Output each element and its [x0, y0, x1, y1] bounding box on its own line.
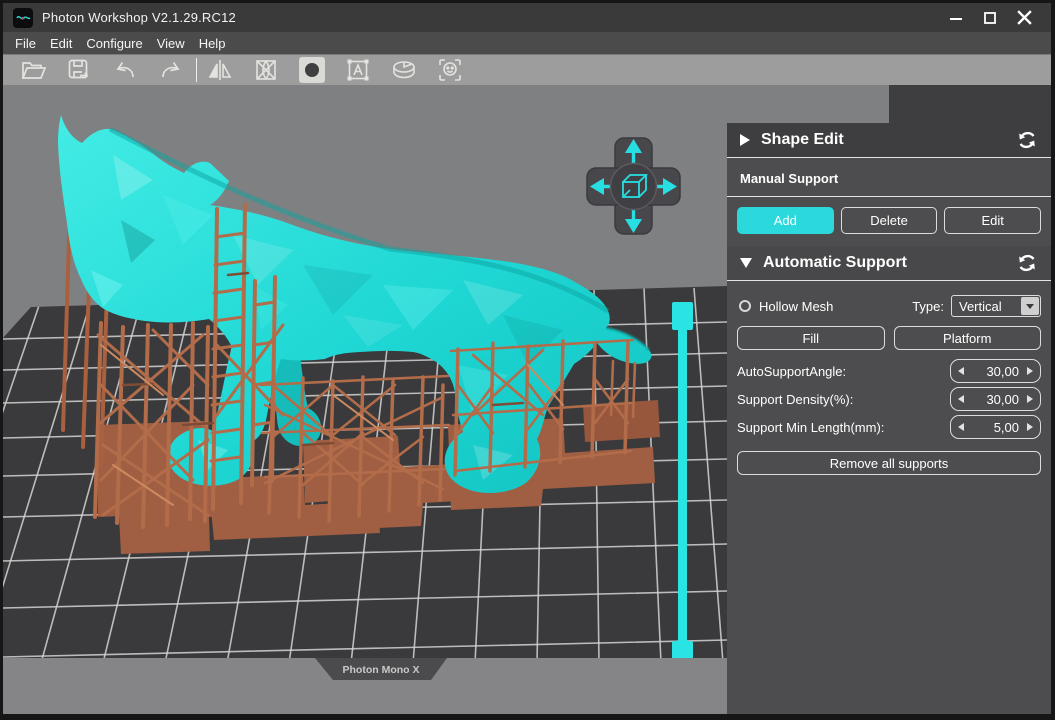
- spinner-increase-icon[interactable]: [1027, 367, 1033, 375]
- support-type-value: Vertical: [959, 299, 1002, 314]
- auto-support-angle-spinner[interactable]: 30,00: [950, 359, 1041, 383]
- 3d-viewport[interactable]: Photon Mono X: [3, 85, 727, 714]
- auto-support-angle-value: 30,00: [964, 364, 1027, 379]
- add-text-icon[interactable]: [335, 57, 381, 83]
- title-bar: Photon Workshop V2.1.29.RC12: [3, 3, 1051, 32]
- hollow-mesh-radio[interactable]: [739, 300, 751, 312]
- maximize-icon[interactable]: [979, 7, 1001, 29]
- support-type-dropdown[interactable]: Vertical: [951, 295, 1041, 317]
- app-window: Photon Workshop V2.1.29.RC12 File Edit C…: [3, 3, 1051, 714]
- window-title: Photon Workshop V2.1.29.RC12: [42, 10, 236, 25]
- panel-tabs: [727, 85, 1051, 123]
- menu-help[interactable]: Help: [193, 36, 232, 51]
- punch-hole-icon[interactable]: [289, 57, 335, 83]
- dropdown-arrow-icon[interactable]: [1021, 297, 1039, 315]
- tool-bar: [3, 54, 1051, 85]
- spinner-increase-icon[interactable]: [1027, 395, 1033, 403]
- z-slider-handle-top[interactable]: [672, 302, 693, 330]
- platform-button[interactable]: Platform: [894, 326, 1042, 350]
- support-min-length-spinner[interactable]: 5,00: [950, 415, 1041, 439]
- minimize-icon[interactable]: [945, 7, 967, 29]
- support-density-value: 30,00: [964, 392, 1027, 407]
- menu-file[interactable]: File: [9, 36, 42, 51]
- view-cube-icon[interactable]: [611, 164, 657, 210]
- redo-icon[interactable]: [148, 57, 194, 83]
- save-file-icon[interactable]: [56, 57, 102, 83]
- tab-printer-settings[interactable]: [727, 85, 889, 123]
- refresh-icon[interactable]: [1016, 129, 1038, 151]
- printer-label: Photon Mono X: [343, 664, 420, 676]
- shape-edit-header[interactable]: Shape Edit: [727, 123, 1051, 157]
- refresh-icon[interactable]: [1016, 252, 1038, 274]
- support-density-spinner[interactable]: 30,00: [950, 387, 1041, 411]
- z-slider-track[interactable]: [678, 325, 687, 645]
- open-file-icon[interactable]: [10, 57, 56, 83]
- manual-support-buttons: Add Delete Edit: [727, 197, 1051, 246]
- slice-icon[interactable]: [381, 57, 427, 83]
- undo-icon[interactable]: [102, 57, 148, 83]
- menu-bar: File Edit Configure View Help: [3, 32, 1051, 54]
- remove-all-supports-button[interactable]: Remove all supports: [737, 451, 1041, 475]
- collapse-right-icon: [740, 134, 750, 146]
- spinner-increase-icon[interactable]: [1027, 423, 1033, 431]
- support-min-length-value: 5,00: [964, 420, 1027, 435]
- face-detect-icon[interactable]: [427, 57, 473, 83]
- view-cube-control[interactable]: [587, 138, 680, 234]
- hollow-mesh-icon[interactable]: [243, 57, 289, 83]
- type-label: Type:: [912, 299, 944, 314]
- delete-support-button[interactable]: Delete: [841, 207, 938, 234]
- support-panel: Shape Edit Manual Support Add Delete Edi…: [727, 85, 1051, 714]
- fill-button[interactable]: Fill: [737, 326, 885, 350]
- app-logo-icon: [13, 8, 33, 28]
- automatic-support-content: Hollow Mesh Type: Vertical Fill Platform…: [727, 281, 1051, 475]
- automatic-support-title: Automatic Support: [763, 254, 907, 272]
- auto-support-angle-label: AutoSupportAngle:: [737, 364, 846, 379]
- support-density-label: Support Density(%):: [737, 392, 853, 407]
- plate-front-face: Photon Mono X: [3, 658, 727, 714]
- edit-support-button[interactable]: Edit: [944, 207, 1041, 234]
- menu-edit[interactable]: Edit: [44, 36, 78, 51]
- add-support-button[interactable]: Add: [737, 207, 834, 234]
- manual-support-title: Manual Support: [727, 158, 1051, 196]
- automatic-support-header[interactable]: Automatic Support: [727, 246, 1051, 280]
- tab-support-edit[interactable]: [889, 85, 1051, 123]
- shape-edit-title: Shape Edit: [761, 131, 844, 149]
- support-min-length-label: Support Min Length(mm):: [737, 420, 884, 435]
- close-icon[interactable]: [1013, 7, 1035, 29]
- collapse-down-icon: [740, 258, 752, 268]
- menu-configure[interactable]: Configure: [80, 36, 148, 51]
- mirror-icon[interactable]: [197, 57, 243, 83]
- hollow-mesh-label: Hollow Mesh: [759, 299, 833, 314]
- menu-view[interactable]: View: [151, 36, 191, 51]
